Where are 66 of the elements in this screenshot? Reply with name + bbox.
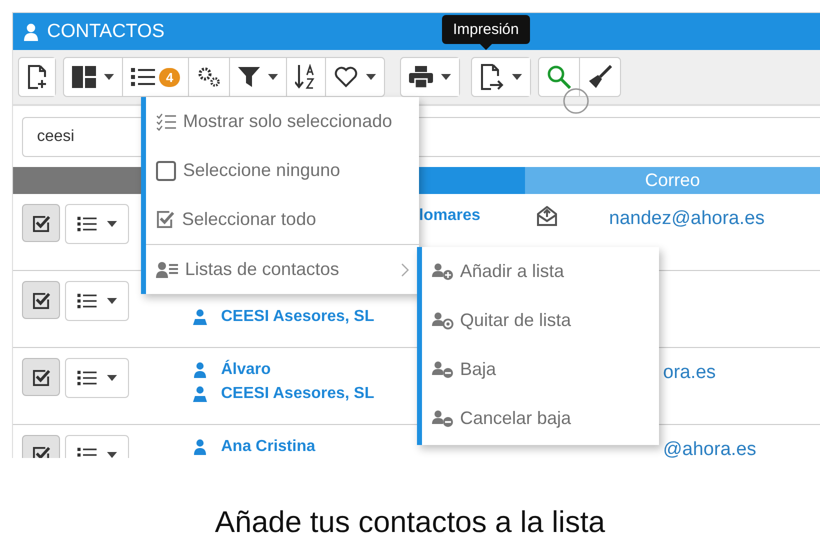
company-person-icon — [193, 386, 207, 402]
checkbox-checked-icon — [32, 368, 50, 386]
checkbox-checked-icon — [32, 292, 50, 308]
heart-icon — [334, 66, 358, 88]
contact-name-link[interactable]: lomares — [419, 207, 480, 225]
person-icon — [193, 362, 207, 378]
caret-icon — [268, 74, 278, 80]
list-icon — [77, 293, 97, 309]
column-header: Correo — [525, 167, 820, 194]
email-link[interactable]: ora.es — [663, 362, 716, 383]
tooltip-pointer-icon — [480, 44, 492, 50]
person-icon — [193, 439, 207, 455]
menu-item[interactable]: Seleccionar todo — [146, 195, 419, 244]
broom-icon — [588, 65, 612, 89]
filter-icon — [238, 66, 260, 88]
checklist-icon — [156, 112, 176, 130]
caption: Añade tus contactos a la lista — [214, 506, 606, 540]
search-icon — [547, 65, 572, 89]
caret-icon — [107, 298, 117, 304]
select-checkbox[interactable] — [22, 281, 60, 319]
tooltip: Impresión — [442, 15, 530, 50]
submenu-item[interactable]: Añadir a lista — [422, 247, 659, 296]
count-badge: 4 — [159, 68, 180, 86]
company-link[interactable]: CEESI Asesores, SL — [221, 385, 374, 403]
user-remove-icon — [432, 312, 454, 330]
user-minus-icon — [432, 410, 454, 428]
email-link[interactable]: @ahora.es — [663, 439, 756, 458]
layout-icon — [72, 66, 96, 88]
company-link[interactable]: CEESI Asesores, SL — [221, 308, 374, 326]
gears-icon — [197, 66, 222, 88]
submenu-item[interactable]: Quitar de lista — [422, 296, 659, 345]
cursor-ring-icon — [562, 87, 590, 115]
row-menu-button[interactable] — [65, 204, 129, 244]
export-document-icon — [480, 64, 504, 90]
row-menu-button[interactable] — [65, 358, 129, 398]
contact-list-icon — [156, 260, 178, 278]
checkbox-checked-icon — [32, 214, 50, 232]
caret-icon — [107, 221, 117, 227]
submenu-item[interactable]: Baja — [422, 345, 659, 394]
printer-icon — [409, 66, 434, 88]
caret-icon — [512, 74, 522, 80]
select-checkbox[interactable] — [22, 358, 60, 396]
caret-icon — [366, 74, 376, 80]
list-icon — [77, 216, 97, 232]
checkbox-checked-icon — [32, 446, 50, 458]
person-icon — [23, 22, 39, 40]
user-plus-icon — [432, 262, 454, 280]
chevron-right-icon — [401, 262, 409, 276]
caret-icon — [107, 452, 117, 458]
email-link[interactable]: nandez@ahora.es — [609, 208, 765, 229]
row-menu-button[interactable] — [65, 281, 129, 321]
company-person-icon — [193, 309, 207, 325]
checkbox-icon — [156, 160, 176, 180]
caret-icon — [107, 375, 117, 381]
list-icon — [131, 67, 155, 87]
contact-name-link[interactable]: Ana Cristina — [221, 438, 316, 456]
caret-icon — [441, 74, 452, 80]
contact-name-link[interactable]: Álvaro — [221, 361, 271, 379]
checkbox-checked-icon — [156, 210, 175, 229]
caret-icon — [104, 74, 114, 80]
user-minus-icon — [432, 360, 454, 378]
submenu-item[interactable]: Cancelar baja — [422, 394, 659, 443]
new-document-icon — [27, 65, 47, 89]
list-icon — [77, 370, 97, 386]
panel-title: CONTACTOS — [47, 20, 165, 42]
select-checkbox[interactable] — [22, 204, 60, 242]
